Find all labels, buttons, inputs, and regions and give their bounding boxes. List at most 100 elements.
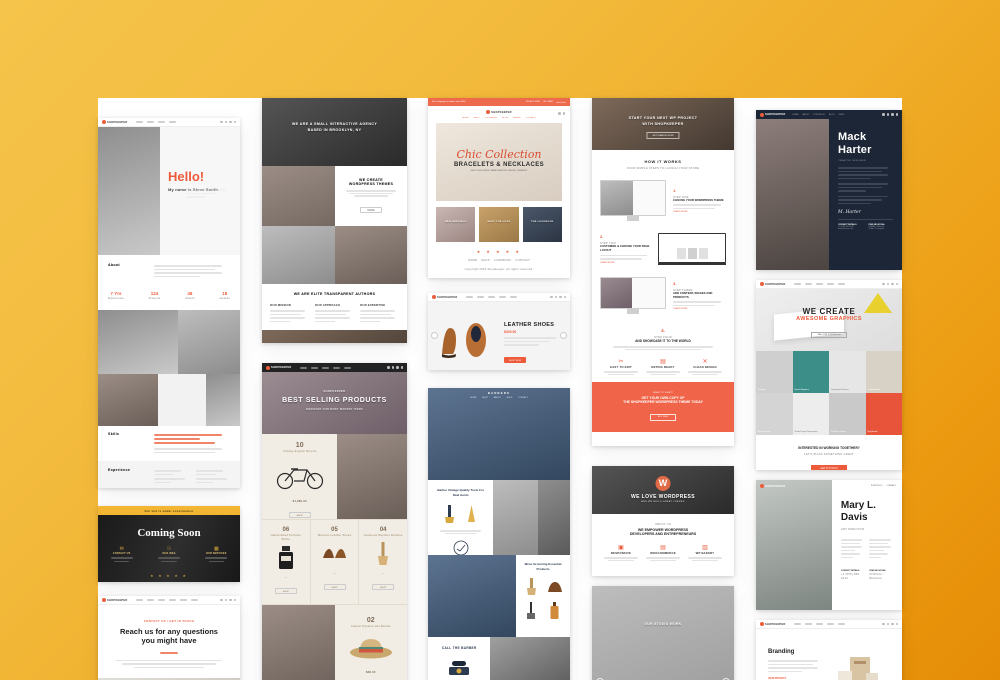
nav-item[interactable]: CONTACT (886, 485, 896, 487)
promo-topbar[interactable]: Free shipping on orders over $100 MY ACC… (428, 98, 570, 106)
mock-navbar[interactable]: SHOPKEEPER (756, 620, 902, 629)
portfolio-slider-mockup[interactable]: OUR STUDIO WORK (592, 586, 734, 680)
mock-nav-links[interactable] (299, 366, 351, 369)
promo-link[interactable]: MY CART (543, 101, 553, 104)
portfolio-tile[interactable]: Letterpress Business (829, 351, 866, 393)
nav-item[interactable]: SHOP (839, 114, 845, 116)
mock-nav-icons[interactable] (882, 622, 898, 626)
nav-item[interactable]: HOME (793, 114, 799, 116)
promo-link[interactable]: MY ACCOUNT (526, 101, 541, 104)
personal-resume-mockup[interactable]: SHOPKEEPER Hello! My name is Steve Smith… (98, 118, 240, 488)
product-cell[interactable] (545, 601, 565, 621)
nav-item[interactable]: ABOUT (803, 114, 810, 116)
nav-item[interactable]: SHOP (482, 397, 488, 399)
nav-item[interactable]: BLOG (829, 114, 835, 116)
slider-next-arrow[interactable] (560, 332, 567, 339)
nav-item[interactable]: PAGES (513, 117, 520, 119)
portfolio-tile[interactable]: Studio Design Photography (792, 393, 829, 435)
barbers-nav[interactable]: HOME SHOP ABOUT BLOG CONTACT (428, 397, 570, 399)
product-button[interactable]: SHOP (372, 584, 395, 590)
barbers-mockup[interactable]: BARBERS HOME SHOP ABOUT BLOG CONTACT Bar… (428, 388, 570, 680)
product-cell[interactable] (521, 601, 541, 621)
mock-nav-icons[interactable] (882, 113, 898, 116)
get-started-button[interactable]: GET STARTED NOW (646, 132, 680, 139)
tile[interactable]: NEW ARRIVALS (436, 207, 476, 242)
nav-item[interactable]: LOOKBOOK (485, 117, 497, 119)
mack-harter-profile-mockup[interactable]: SHOPKEEPER HOME ABOUT PORTFOLIO BLOG SHO… (756, 110, 902, 270)
feature-item[interactable]: ▦ OUR SERVICES (193, 546, 240, 563)
nav-item[interactable]: SHOP (474, 117, 480, 119)
portfolio-tile[interactable]: Stencil Magazine (792, 351, 829, 393)
social-icons[interactable]: ★ ★ ★ ★ ★ (428, 249, 570, 254)
portfolio-tile[interactable]: Ray Brands (865, 393, 902, 435)
mock-nav-links[interactable] (793, 283, 845, 285)
cta-button[interactable]: GET IN TOUCH (811, 465, 847, 470)
header-icons[interactable] (558, 112, 565, 115)
product-cell[interactable]: 04 Japanese Bamboo Brushes — SHOP (359, 520, 407, 604)
footer-link[interactable]: SHOP (481, 258, 490, 262)
mock-nav-links[interactable] (465, 296, 517, 298)
portfolio-tile[interactable]: Cardboard Kits (865, 351, 902, 393)
step-link[interactable]: LEARN MORE (673, 308, 726, 310)
portfolio-tile[interactable]: Branding (756, 351, 793, 393)
slider-prev-arrow[interactable] (431, 332, 438, 339)
feature-item[interactable]: ☉ OUR IDEA (145, 546, 192, 563)
product-cell[interactable]: 05 Mexican Leather Shoes — SHOP (311, 520, 360, 604)
coming-soon-mockup[interactable]: Our site is under construction Coming So… (98, 506, 240, 582)
mock-navbar[interactable]: SHOPKEEPER (756, 280, 902, 289)
start-project-mockup[interactable]: START YOUR NEXT WP PROJECT WITH SHOPKEEP… (592, 98, 734, 446)
mock-nav-links[interactable] (135, 599, 198, 601)
nav-item[interactable]: HOME (470, 397, 476, 399)
nav-item[interactable]: ABOUT (494, 397, 501, 399)
mary-davis-profile-mockup[interactable]: SHOPKEEPER PORTFOLIO CONTACT Mary L. Dav… (756, 480, 902, 610)
mock-navbar[interactable]: SHOPKEEPER HOME ABOUT PORTFOLIO BLOG SHO… (756, 110, 902, 119)
mock-nav-icons[interactable] (387, 366, 403, 369)
mary-nav[interactable]: PORTFOLIO CONTACT (871, 485, 896, 487)
shop-now-button[interactable]: SHOP NOW (504, 356, 526, 363)
nav-item[interactable]: BLOG (502, 117, 508, 119)
portfolio-tile[interactable]: Red Book Covers (829, 393, 866, 435)
graphics-button[interactable]: SEE OUR PORTFOLIO (811, 332, 847, 338)
footer-links[interactable]: HOME SHOP LOOKBOOK CONTACT (428, 258, 570, 262)
mock-navbar[interactable]: SHOPKEEPER (428, 293, 570, 302)
mock-nav-links[interactable] (135, 121, 176, 123)
footer-link[interactable]: LOOKBOOK (494, 258, 511, 262)
featured-product[interactable]: 10 Vintage English Bicycle $1,280.00 SHO… (262, 434, 337, 519)
agency-mockup[interactable]: WE ARE A SMALL INTERACTIVE AGENCY BASED … (262, 98, 407, 343)
product-cell[interactable] (521, 577, 541, 597)
awesome-graphics-mockup[interactable]: SHOPKEEPER WE CREATE AWESOME GRAPHICS SE… (756, 280, 902, 470)
product-button[interactable]: SHOP (274, 588, 297, 594)
product-button[interactable]: SHOP (288, 512, 311, 518)
product-button[interactable]: SHOP (323, 584, 346, 590)
nav-item[interactable]: CONTACT (526, 117, 536, 119)
step-link[interactable]: LEARN MORE (673, 211, 726, 213)
mock-nav-icons[interactable] (220, 598, 236, 602)
social-icons[interactable]: ★ ★ ★ ★ ★ (98, 574, 240, 578)
cta-band[interactable]: READY TO START? GET YOUR OWN COPY OF THE… (592, 382, 734, 432)
tile[interactable]: SHOP THE LOOK (479, 207, 519, 242)
feature-item[interactable]: ✉ CONTACT US (98, 546, 145, 563)
mock-navbar[interactable]: SHOPKEEPER (262, 363, 407, 372)
step-link[interactable]: LEARN MORE (600, 262, 652, 264)
leather-shoes-slider-mockup[interactable]: SHOPKEEPER LEATHER SHOES $329.00 SHOP NO… (428, 293, 570, 370)
mock-nav-links[interactable]: HOME ABOUT PORTFOLIO BLOG SHOP (793, 114, 845, 116)
nav-item[interactable]: HOME (462, 117, 469, 119)
product-cell[interactable]: 06 Handcrafted Perfume Bottle — SHOP (262, 520, 311, 604)
mock-nav-icons[interactable] (882, 282, 898, 286)
nav-item[interactable]: PORTFOLIO (813, 114, 825, 116)
chic-collection-mockup[interactable]: Free shipping on orders over $100 MY ACC… (428, 98, 570, 278)
product-cell[interactable] (545, 577, 565, 597)
we-love-wordpress-mockup[interactable]: W WE LOVE WORDPRESS AND WE BUILD GREAT T… (592, 466, 734, 576)
best-selling-products-mockup[interactable]: SHOPKEEPER SHOPKEEPER BEST SELLING PRODU… (262, 363, 407, 680)
agency-panel-button[interactable]: MORE (360, 206, 382, 213)
social-icons[interactable]: ★★★★★ (556, 101, 566, 104)
footer-link[interactable]: CONTACT (515, 258, 530, 262)
mock-nav-icons[interactable] (550, 295, 566, 299)
promo-links[interactable]: MY ACCOUNT MY CART ★★★★★ (526, 101, 566, 104)
mock-navbar[interactable]: SHOPKEEPER (98, 118, 240, 127)
contact-page-mockup[interactable]: SHOPKEEPER CONTACT US / GET IN TOUCH Rea… (98, 596, 240, 680)
nav-item[interactable]: PORTFOLIO (871, 485, 883, 487)
mock-nav-links[interactable] (793, 623, 845, 625)
footer-link[interactable]: HOME (468, 258, 477, 262)
nav-item[interactable]: BLOG (507, 397, 513, 399)
